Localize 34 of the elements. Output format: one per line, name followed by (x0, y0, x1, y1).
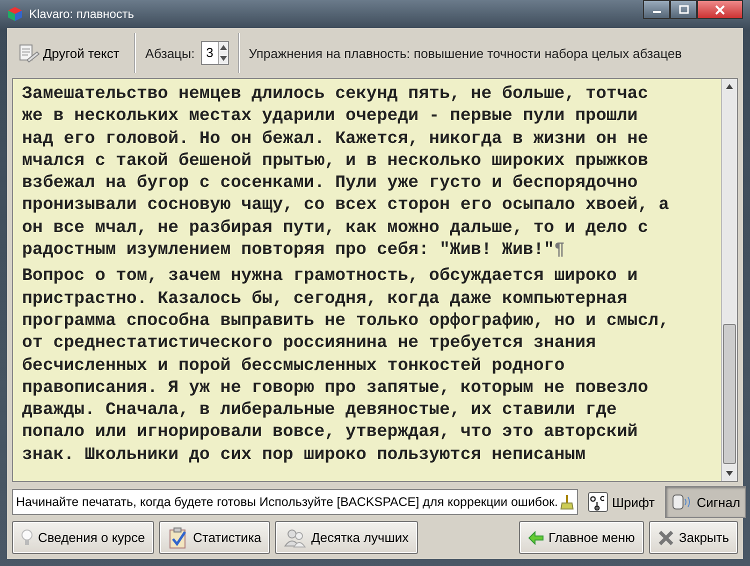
main-menu-button[interactable]: Главное меню (518, 521, 644, 554)
scroll-down-icon (725, 469, 734, 478)
cube-icon (7, 6, 23, 22)
top-ten-button[interactable]: Десятка лучших (275, 521, 418, 554)
scrollbar[interactable] (721, 79, 737, 481)
close-button[interactable] (697, 0, 743, 19)
course-info-button[interactable]: Сведения о курсе (12, 521, 154, 554)
beep-button[interactable]: Сигнал (664, 486, 746, 518)
light-bulb-icon (21, 528, 33, 546)
document-pencil-icon (18, 43, 40, 63)
minimize-button[interactable] (643, 0, 670, 19)
close-window-button[interactable]: Закрыть (648, 521, 738, 554)
scroll-up-icon (725, 82, 734, 91)
exercise-paragraph: Замешательство немцев длилось секунд пять, не больше, тотчас же в нескольких местах ударили очереди - первые пули прошли над его головой. Но он бежал. Кажется, никогда в жизни он не мчался с такой бешеной прытью, и в несколько широких прыжков взбежал на бугор с сосенками. Пули уже густо и беспорядочно пронизывали сосновую чащу, со всех сторон его осыпало хвоей, а он все мчал, не разбирая пути, как можно дальше, то и дело с радостным изумлением повторяя про себя: "Жив! Жив!"¶ (22, 84, 670, 262)
people-icon (284, 528, 306, 548)
speaker-icon (670, 492, 693, 512)
maximize-icon (678, 4, 690, 14)
exercise-paragraph: Вопрос о том, зачем нужна грамотность, обсуждается широко и пристрастно. Казалось бы, сегодня, когда даже компьютерная программа способна выправить не только орфографию, но и смысл, от среднестатистического россиянина не требуется знания бесчисленных и порой бессмысленных тонкостей родного правописания. Я уж не говорю про запятые, которым не повезло дважды. Сначала, в либеральные девяностые, их ставили где попало или игнорировали вовсе, утверждая, что это авторский знак. Школьники до сих пор широко пользуются неписаным (22, 266, 670, 467)
spin-down-icon (218, 54, 228, 63)
window-title: Klavaro: плавность (29, 7, 134, 21)
exercise-description: Упражнения на плавность: повышение точности набора целых абзацев (248, 46, 682, 60)
cross-icon (658, 530, 674, 546)
maximize-button[interactable] (670, 0, 697, 19)
clipboard-check-icon (168, 526, 188, 548)
font-button[interactable]: Шрифт (582, 486, 661, 518)
typing-field[interactable]: Начинайте печатать, когда будете готовы Используйте [BACKSPACE] для коррекции ошибок. (12, 489, 578, 515)
statistics-button[interactable]: Статистика (159, 521, 270, 554)
paragraphs-spinner[interactable]: 3 (200, 41, 229, 65)
spin-up-icon (218, 43, 228, 52)
other-text-button[interactable]: Другой текст (12, 41, 126, 65)
back-arrow-icon (528, 530, 544, 544)
close-icon (714, 4, 726, 14)
broom-icon (560, 494, 574, 510)
paragraphs-label: Абзацы: (145, 46, 195, 60)
